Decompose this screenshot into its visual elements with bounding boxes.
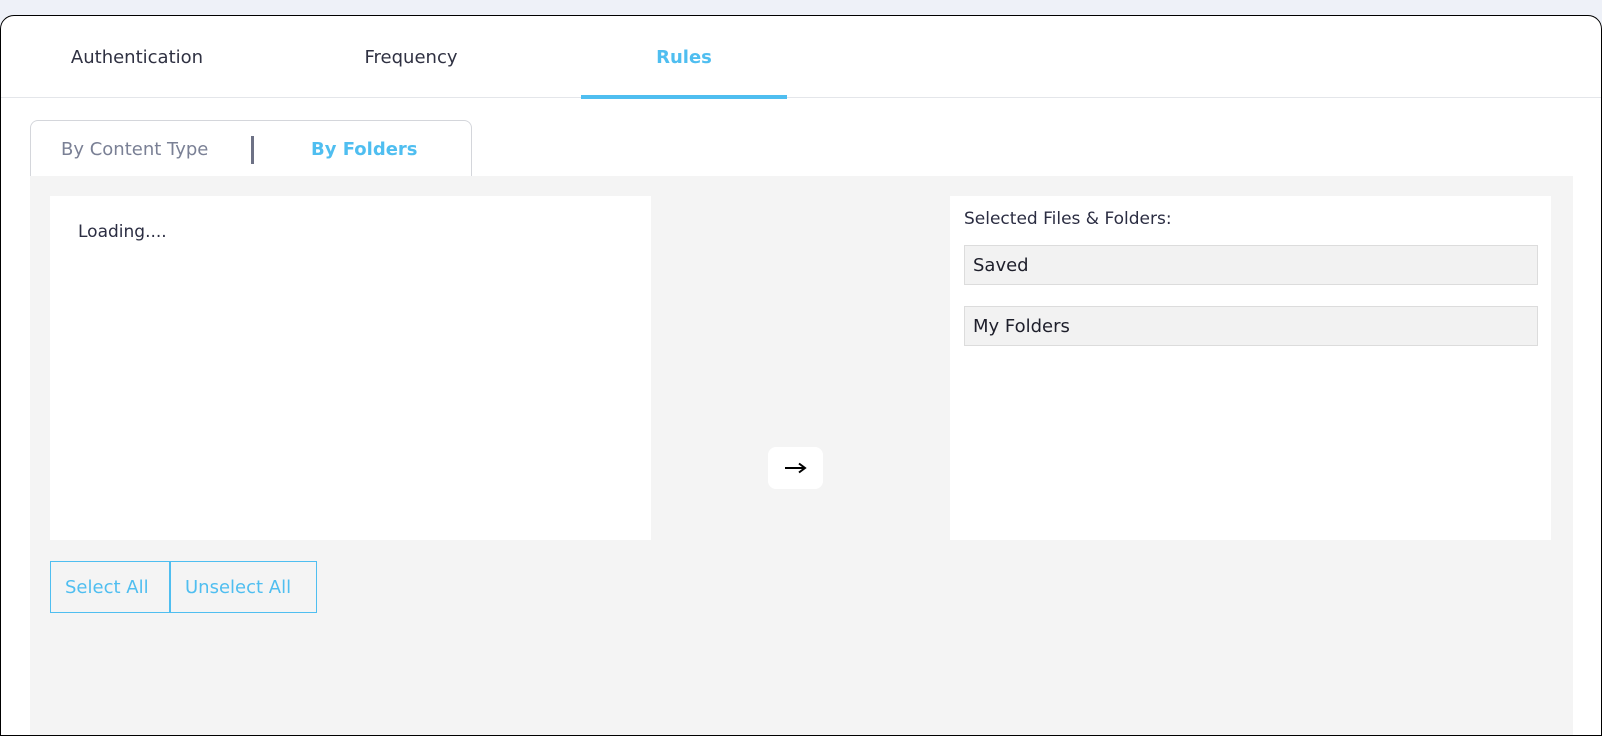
selected-files-title: Selected Files & Folders:	[964, 209, 1172, 229]
select-all-button[interactable]: Select All	[50, 561, 170, 613]
rule-type-toggle: By Content Type By Folders	[30, 120, 472, 178]
selected-item[interactable]: My Folders	[964, 306, 1538, 346]
folder-tree-panel: Loading....	[50, 196, 651, 540]
loading-text: Loading....	[78, 222, 167, 242]
selection-actions: Select All Unselect All	[50, 561, 317, 613]
selected-item[interactable]: Saved	[964, 245, 1538, 285]
unselect-all-button[interactable]: Unselect All	[170, 561, 317, 613]
selected-items-panel: Selected Files & Folders: Saved My Folde…	[950, 196, 1551, 540]
tab-bar: Authentication Frequency Rules	[1, 16, 1601, 99]
toggle-divider	[251, 136, 254, 164]
tab-frequency[interactable]: Frequency	[311, 16, 511, 98]
arrow-right-icon	[784, 462, 807, 474]
by-folders-option[interactable]: By Folders	[311, 121, 418, 177]
add-selection-button[interactable]	[768, 447, 823, 489]
rules-content-area: Loading.... Selected Files & Folders: Sa…	[30, 176, 1573, 735]
tab-rules[interactable]: Rules	[581, 16, 787, 99]
by-content-type-option[interactable]: By Content Type	[61, 121, 208, 177]
settings-window: Authentication Frequency Rules By Conten…	[0, 15, 1602, 736]
tab-authentication[interactable]: Authentication	[37, 16, 237, 98]
